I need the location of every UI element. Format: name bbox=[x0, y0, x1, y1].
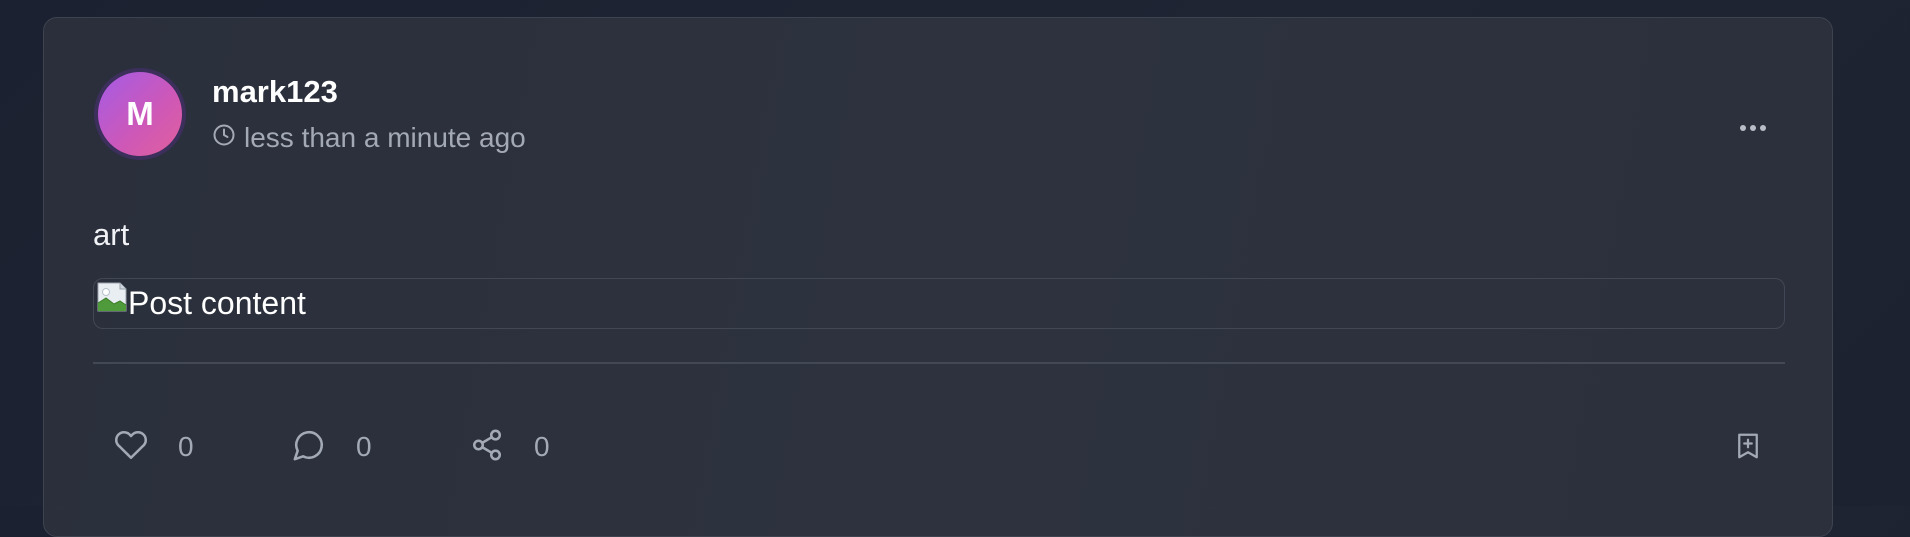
post-timestamp: less than a minute ago bbox=[212, 120, 526, 156]
clock-icon bbox=[212, 122, 236, 154]
image-alt-text: Post content bbox=[128, 285, 306, 321]
share-icon bbox=[470, 428, 504, 469]
timestamp-text: less than a minute ago bbox=[244, 122, 526, 153]
more-horizontal-icon bbox=[1739, 119, 1767, 137]
heart-icon bbox=[114, 428, 148, 469]
share-button[interactable]: 0 bbox=[470, 428, 550, 469]
username[interactable]: mark123 bbox=[212, 74, 338, 110]
divider bbox=[93, 362, 1785, 364]
share-count: 0 bbox=[534, 431, 550, 462]
post-card: M mark123 less than a minute ago art Pos… bbox=[43, 17, 1833, 537]
comment-count: 0 bbox=[356, 431, 372, 462]
post-image[interactable]: Post content bbox=[93, 278, 1785, 329]
post-text: art bbox=[93, 217, 130, 252]
like-button[interactable]: 0 bbox=[114, 428, 194, 469]
avatar-initial: M bbox=[126, 95, 154, 132]
comment-button[interactable]: 0 bbox=[292, 428, 372, 469]
message-circle-icon bbox=[292, 428, 326, 469]
like-count: 0 bbox=[178, 431, 194, 462]
broken-image-icon bbox=[96, 281, 128, 313]
avatar[interactable]: M bbox=[94, 68, 186, 160]
more-options-button[interactable] bbox=[1728, 110, 1778, 146]
bookmark-button[interactable] bbox=[1728, 428, 1768, 468]
bookmark-plus-icon bbox=[1733, 429, 1763, 468]
